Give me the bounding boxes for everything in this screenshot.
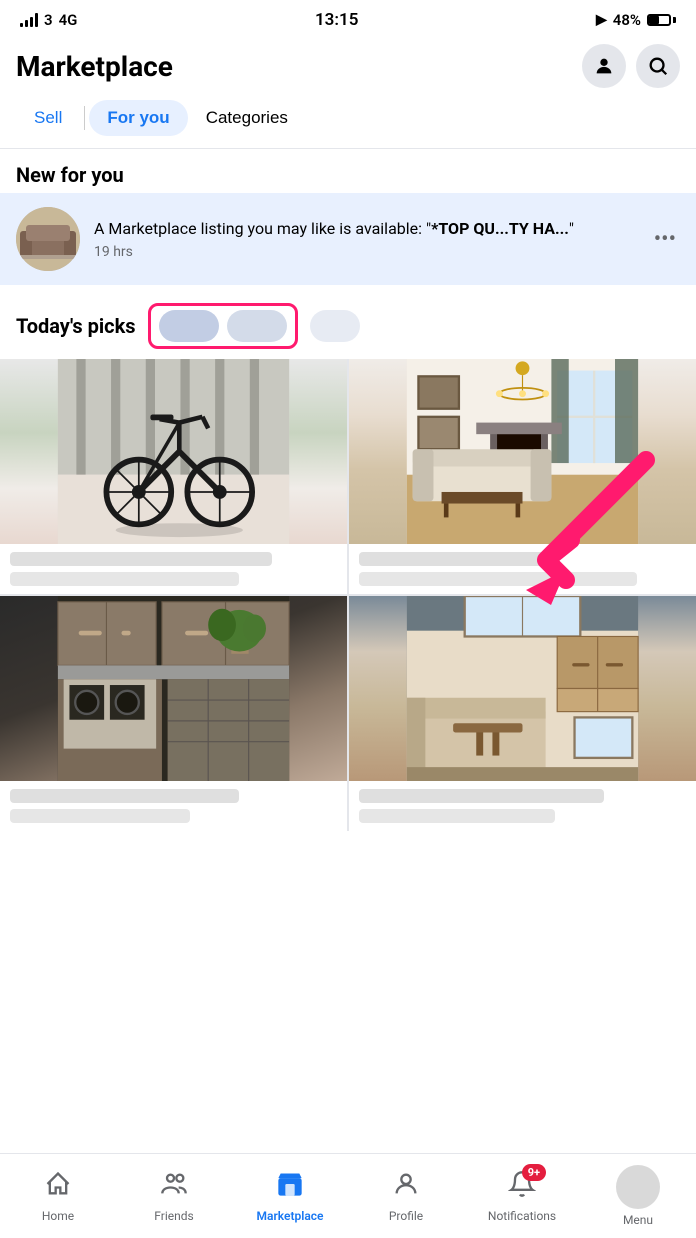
todays-picks-row: Today's picks	[0, 289, 696, 359]
network-label: 4G	[59, 11, 78, 29]
product-info-3	[0, 781, 347, 831]
profile-nav-icon	[392, 1170, 420, 1205]
tab-divider	[84, 106, 85, 130]
new-for-you-title: New for you	[16, 163, 124, 187]
product-image-bike	[0, 359, 347, 544]
name-blur-4	[359, 809, 555, 823]
battery-icon	[647, 14, 676, 26]
notif-avatar	[16, 207, 80, 271]
bottom-nav: Home Friends Marketplace	[0, 1153, 696, 1238]
tab-sell[interactable]: Sell	[16, 100, 80, 136]
more-options-button[interactable]: •••	[650, 223, 680, 256]
product-image-kitchen	[0, 596, 347, 781]
price-blur-4	[359, 789, 604, 803]
product-info-2	[349, 544, 696, 594]
home-icon	[44, 1170, 72, 1205]
status-bar: 3 4G 13:15 ▶ 48%	[0, 0, 696, 36]
product-card-2[interactable]	[349, 359, 696, 594]
nav-marketplace[interactable]: Marketplace	[232, 1154, 348, 1238]
person-icon	[593, 55, 615, 77]
header-icons	[582, 44, 680, 88]
nav-friends-label: Friends	[154, 1209, 193, 1223]
nav-profile-label: Profile	[389, 1209, 423, 1223]
product-card-3[interactable]	[0, 596, 347, 831]
nav-menu[interactable]: Menu	[580, 1154, 696, 1238]
product-grid	[0, 359, 696, 831]
battery-percent: 48%	[613, 11, 641, 29]
price-blur-1	[10, 552, 272, 566]
bike-svg	[0, 359, 347, 544]
name-blur-2	[359, 572, 637, 586]
living-room-svg	[349, 359, 696, 544]
notif-time: 19 hrs	[94, 244, 636, 260]
notif-message: A Marketplace listing you may like is av…	[94, 218, 636, 240]
notification-badge: 9+	[522, 1164, 546, 1181]
status-right: ▶ 48%	[596, 11, 676, 29]
kitchen-svg	[0, 596, 347, 781]
product-image-living-room	[349, 359, 696, 544]
nav-home[interactable]: Home	[0, 1154, 116, 1238]
marketplace-icon	[276, 1170, 304, 1205]
product-image-caravan	[349, 596, 696, 781]
nav-notifications[interactable]: 9+ Notifications	[464, 1154, 580, 1238]
profile-button[interactable]	[582, 44, 626, 88]
product-info-4	[349, 781, 696, 831]
picks-filter-1[interactable]	[159, 310, 219, 342]
friends-icon	[160, 1170, 188, 1205]
price-blur-3	[10, 789, 239, 803]
picks-filters-highlighted[interactable]	[148, 303, 298, 349]
tab-categories[interactable]: Categories	[188, 100, 306, 136]
menu-avatar	[616, 1165, 660, 1209]
product-card-4[interactable]	[349, 596, 696, 831]
name-blur-1	[10, 572, 239, 586]
product-card-1[interactable]	[0, 359, 347, 594]
search-button[interactable]	[636, 44, 680, 88]
nav-home-label: Home	[42, 1209, 74, 1223]
carrier-label: 3	[44, 11, 53, 29]
price-blur-2	[359, 552, 555, 566]
nav-friends[interactable]: Friends	[116, 1154, 232, 1238]
signal-icon	[20, 13, 38, 27]
tab-for-you[interactable]: For you	[89, 100, 187, 136]
listing-thumbnail	[16, 207, 80, 271]
notif-content: A Marketplace listing you may like is av…	[94, 218, 636, 260]
nav-profile[interactable]: Profile	[348, 1154, 464, 1238]
todays-picks-title: Today's picks	[16, 314, 136, 338]
time-label: 13:15	[315, 10, 358, 30]
status-left: 3 4G	[20, 11, 77, 29]
page-header: Marketplace	[0, 36, 696, 100]
picks-filter-2[interactable]	[227, 310, 287, 342]
nav-menu-label: Menu	[623, 1213, 653, 1227]
picks-filter-3[interactable]	[310, 310, 360, 342]
new-for-you-header: New for you	[0, 149, 696, 193]
search-icon	[647, 55, 669, 77]
caravan-svg	[349, 596, 696, 781]
nav-notifications-label: Notifications	[488, 1209, 556, 1223]
nav-marketplace-label: Marketplace	[257, 1209, 324, 1223]
notification-banner[interactable]: A Marketplace listing you may like is av…	[0, 193, 696, 285]
tab-bar: Sell For you Categories	[0, 100, 696, 149]
location-icon: ▶	[596, 12, 607, 28]
name-blur-3	[10, 809, 190, 823]
page-title: Marketplace	[16, 50, 173, 83]
product-info-1	[0, 544, 347, 594]
